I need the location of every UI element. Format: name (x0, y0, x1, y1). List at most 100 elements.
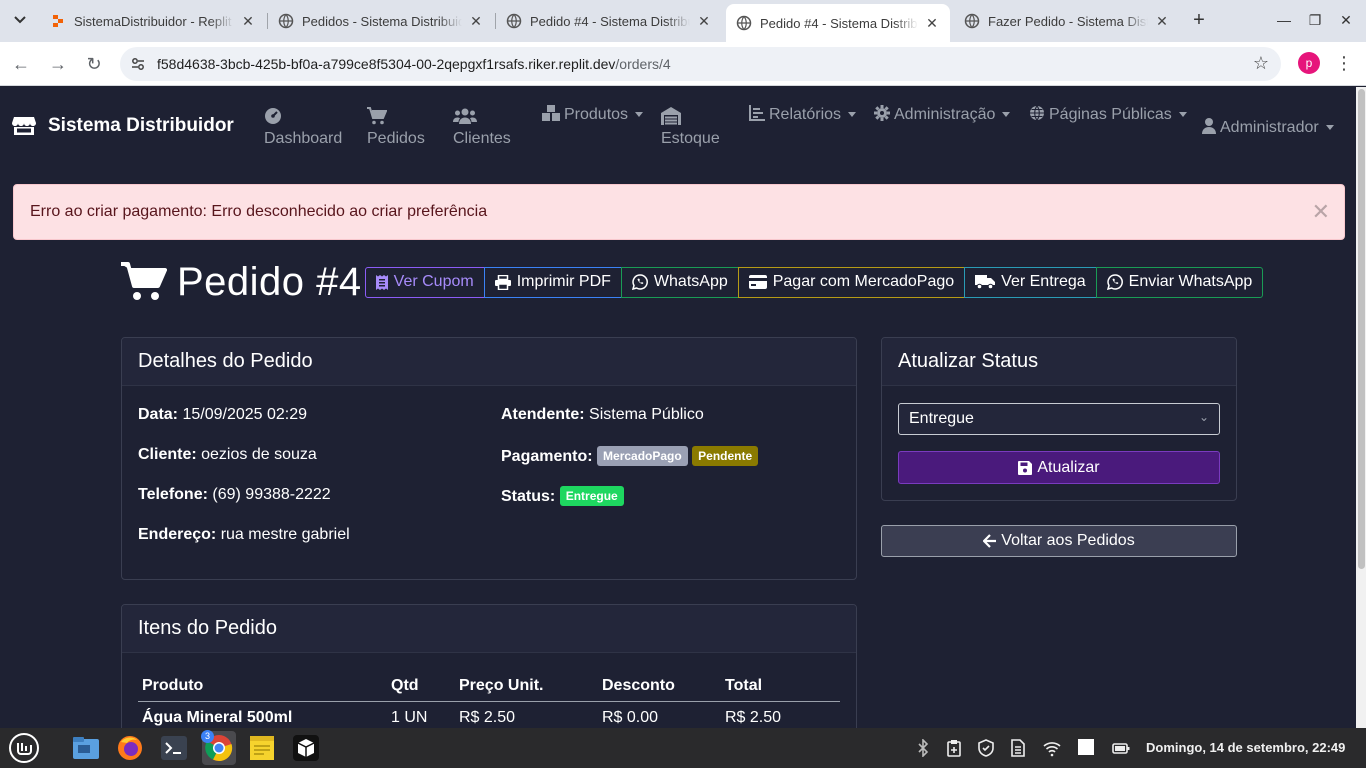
ver-entrega-button[interactable]: Ver Entrega (964, 266, 1097, 298)
globe-icon (964, 13, 980, 29)
enviar-whatsapp-button[interactable]: Enviar WhatsApp (1095, 266, 1264, 298)
close-icon[interactable]: ✕ (468, 13, 484, 30)
close-icon[interactable]: ✕ (1154, 13, 1170, 30)
nav-label: Clientes (453, 130, 511, 147)
browser-tab-4-active[interactable]: Pedido #4 - Sistema Distribuidor ✕ (726, 4, 950, 42)
address-bar[interactable]: f58d4638-3bcb-425b-bf0a-a799ce8f5304-00-… (120, 47, 1281, 81)
nav-label: Relatórios (769, 106, 842, 123)
chevron-down-icon: ⌄ (1198, 410, 1209, 424)
pagar-mercadopago-button[interactable]: Pagar com MercadoPago (737, 266, 966, 298)
browser-tab-3[interactable]: Pedido #4 - Sistema Distribuidor ✕ (496, 6, 722, 36)
browser-toolbar: ← → ↻ f58d4638-3bcb-425b-bf0a-a799ce8f53… (0, 42, 1366, 86)
reload-icon[interactable]: ↻ (81, 51, 107, 77)
tab-search-button[interactable] (8, 8, 32, 32)
atualizar-button[interactable]: Atualizar (898, 451, 1220, 484)
minimize-icon[interactable]: — (1272, 8, 1296, 32)
nav-relatorios-dropdown[interactable]: Relatórios (749, 105, 857, 124)
detail-status: Status: Entregue (501, 486, 624, 506)
ver-cupom-button[interactable]: Ver Cupom (364, 266, 485, 298)
browser-tab-5[interactable]: Fazer Pedido - Sistema Distribuidor ✕ (954, 6, 1180, 36)
nav-label: Administração (894, 106, 996, 123)
tab-title: SistemaDistribuidor - Replit (74, 13, 232, 29)
app-navbar: Sistema Distribuidor Dashboard Pedidos C… (0, 87, 1356, 167)
detail-data: Data: 15/09/2025 02:29 (138, 406, 308, 423)
scrollbar-thumb[interactable] (1358, 89, 1365, 569)
nav-administracao-dropdown[interactable]: Administração (874, 105, 1011, 124)
mint-menu-icon[interactable] (9, 733, 39, 763)
payment-status-badge: Pendente (692, 446, 759, 466)
file-manager-icon[interactable] (71, 733, 101, 763)
browser-tab-2[interactable]: Pedidos - Sistema Distribuidor ✕ (268, 6, 494, 36)
alert-message: Erro ao criar pagamento: Erro desconheci… (30, 203, 488, 220)
column-header: Qtd (387, 677, 455, 702)
notes-icon[interactable] (247, 733, 277, 763)
detail-telefone: Telefone: (69) 99388-2222 (138, 486, 331, 503)
restore-icon[interactable]: ❐ (1303, 8, 1327, 32)
nav-label: Dashboard (264, 130, 343, 147)
nav-paginas-publicas-dropdown[interactable]: Páginas Públicas (1029, 105, 1187, 124)
chrome-badge: 3 (201, 730, 214, 743)
bookmark-star-icon[interactable]: ☆ (1253, 53, 1269, 74)
voltar-pedidos-button[interactable]: Voltar aos Pedidos (881, 525, 1237, 557)
nav-clientes[interactable]: Clientes (453, 106, 511, 148)
terminal-icon[interactable] (159, 733, 189, 763)
nav-dashboard[interactable]: Dashboard (264, 106, 342, 148)
nav-estoque[interactable]: Estoque (661, 106, 720, 148)
button-label: Enviar WhatsApp (1128, 273, 1253, 290)
close-icon[interactable]: ✕ (696, 13, 712, 30)
wifi-icon[interactable] (1043, 739, 1061, 757)
caret-down-icon (635, 112, 644, 118)
column-header: Produto (138, 677, 387, 702)
battery-icon[interactable] (1112, 739, 1130, 757)
back-arrow-icon[interactable]: ← (8, 51, 34, 77)
alert-close-icon[interactable]: ✕ (1312, 199, 1330, 225)
clipboard-icon[interactable] (945, 739, 963, 757)
browser-menu-icon[interactable]: ⋮ (1334, 52, 1354, 74)
detail-pagamento: Pagamento: MercadoPago Pendente (501, 446, 759, 466)
cell-qtd: 1 UN (391, 709, 428, 726)
caret-down-icon (848, 112, 857, 118)
new-tab-button[interactable]: + (1188, 9, 1210, 31)
detail-atendente: Atendente: Sistema Público (501, 406, 704, 423)
detail-cliente: Cliente: oezios de souza (138, 446, 317, 463)
browser-tab-1[interactable]: SistemaDistribuidor - Replit ✕ (40, 6, 266, 36)
forward-arrow-icon[interactable]: → (45, 51, 71, 77)
window-close-icon[interactable]: ✕ (1334, 8, 1358, 32)
brand-link[interactable]: Sistema Distribuidor (12, 115, 234, 137)
bluetooth-icon[interactable] (914, 739, 932, 757)
table-row: Água Mineral 500ml 1 UN R$ 2.50 R$ 0.00 … (138, 702, 840, 729)
display-indicator-icon[interactable] (1078, 739, 1094, 755)
whatsapp-button[interactable]: WhatsApp (620, 266, 739, 298)
order-actions: Ver Cupom Imprimir PDF WhatsApp Pagar co… (364, 266, 1264, 298)
firefox-icon[interactable] (115, 733, 145, 763)
nav-produtos-dropdown[interactable]: Produtos (542, 105, 644, 124)
app-box-icon[interactable] (291, 733, 321, 763)
error-alert: Erro ao criar pagamento: Erro desconheci… (13, 184, 1345, 240)
close-icon[interactable]: ✕ (924, 15, 940, 32)
payment-method-badge: MercadoPago (597, 446, 688, 466)
warehouse-icon (661, 107, 681, 125)
caret-down-icon (1002, 112, 1011, 118)
chrome-icon[interactable]: 3 (201, 730, 236, 765)
table-header-row: Produto Qtd Preço Unit. Desconto Total (138, 677, 840, 702)
tab-title: Pedido #4 - Sistema Distribuidor (530, 13, 690, 29)
nav-user-dropdown[interactable]: Administrador (1202, 118, 1334, 137)
detail-endereco: Endereço: rua mestre gabriel (138, 526, 350, 543)
column-header: Total (721, 677, 840, 702)
order-title-row: Pedido #4 Ver Cupom Imprimir PDF WhatsAp… (121, 257, 1264, 307)
system-clock[interactable]: Domingo, 14 de setembro, 22:49 (1146, 740, 1345, 755)
tab-title: Fazer Pedido - Sistema Distribuidor (988, 13, 1148, 29)
close-icon[interactable]: ✕ (240, 13, 256, 30)
status-select[interactable]: Entregue ⌄ (898, 403, 1220, 435)
profile-avatar[interactable]: p (1298, 52, 1320, 74)
shield-icon[interactable] (977, 739, 995, 757)
site-settings-icon[interactable] (130, 56, 146, 72)
document-icon[interactable] (1009, 739, 1027, 757)
card-header: Itens do Pedido (122, 605, 856, 653)
card-header: Detalhes do Pedido (122, 338, 856, 386)
users-icon (453, 108, 477, 124)
cell-total: R$ 2.50 (725, 709, 782, 726)
imprimir-pdf-button[interactable]: Imprimir PDF (483, 266, 622, 298)
nav-pedidos[interactable]: Pedidos (367, 106, 425, 148)
cell-preco: R$ 2.50 (459, 709, 516, 726)
